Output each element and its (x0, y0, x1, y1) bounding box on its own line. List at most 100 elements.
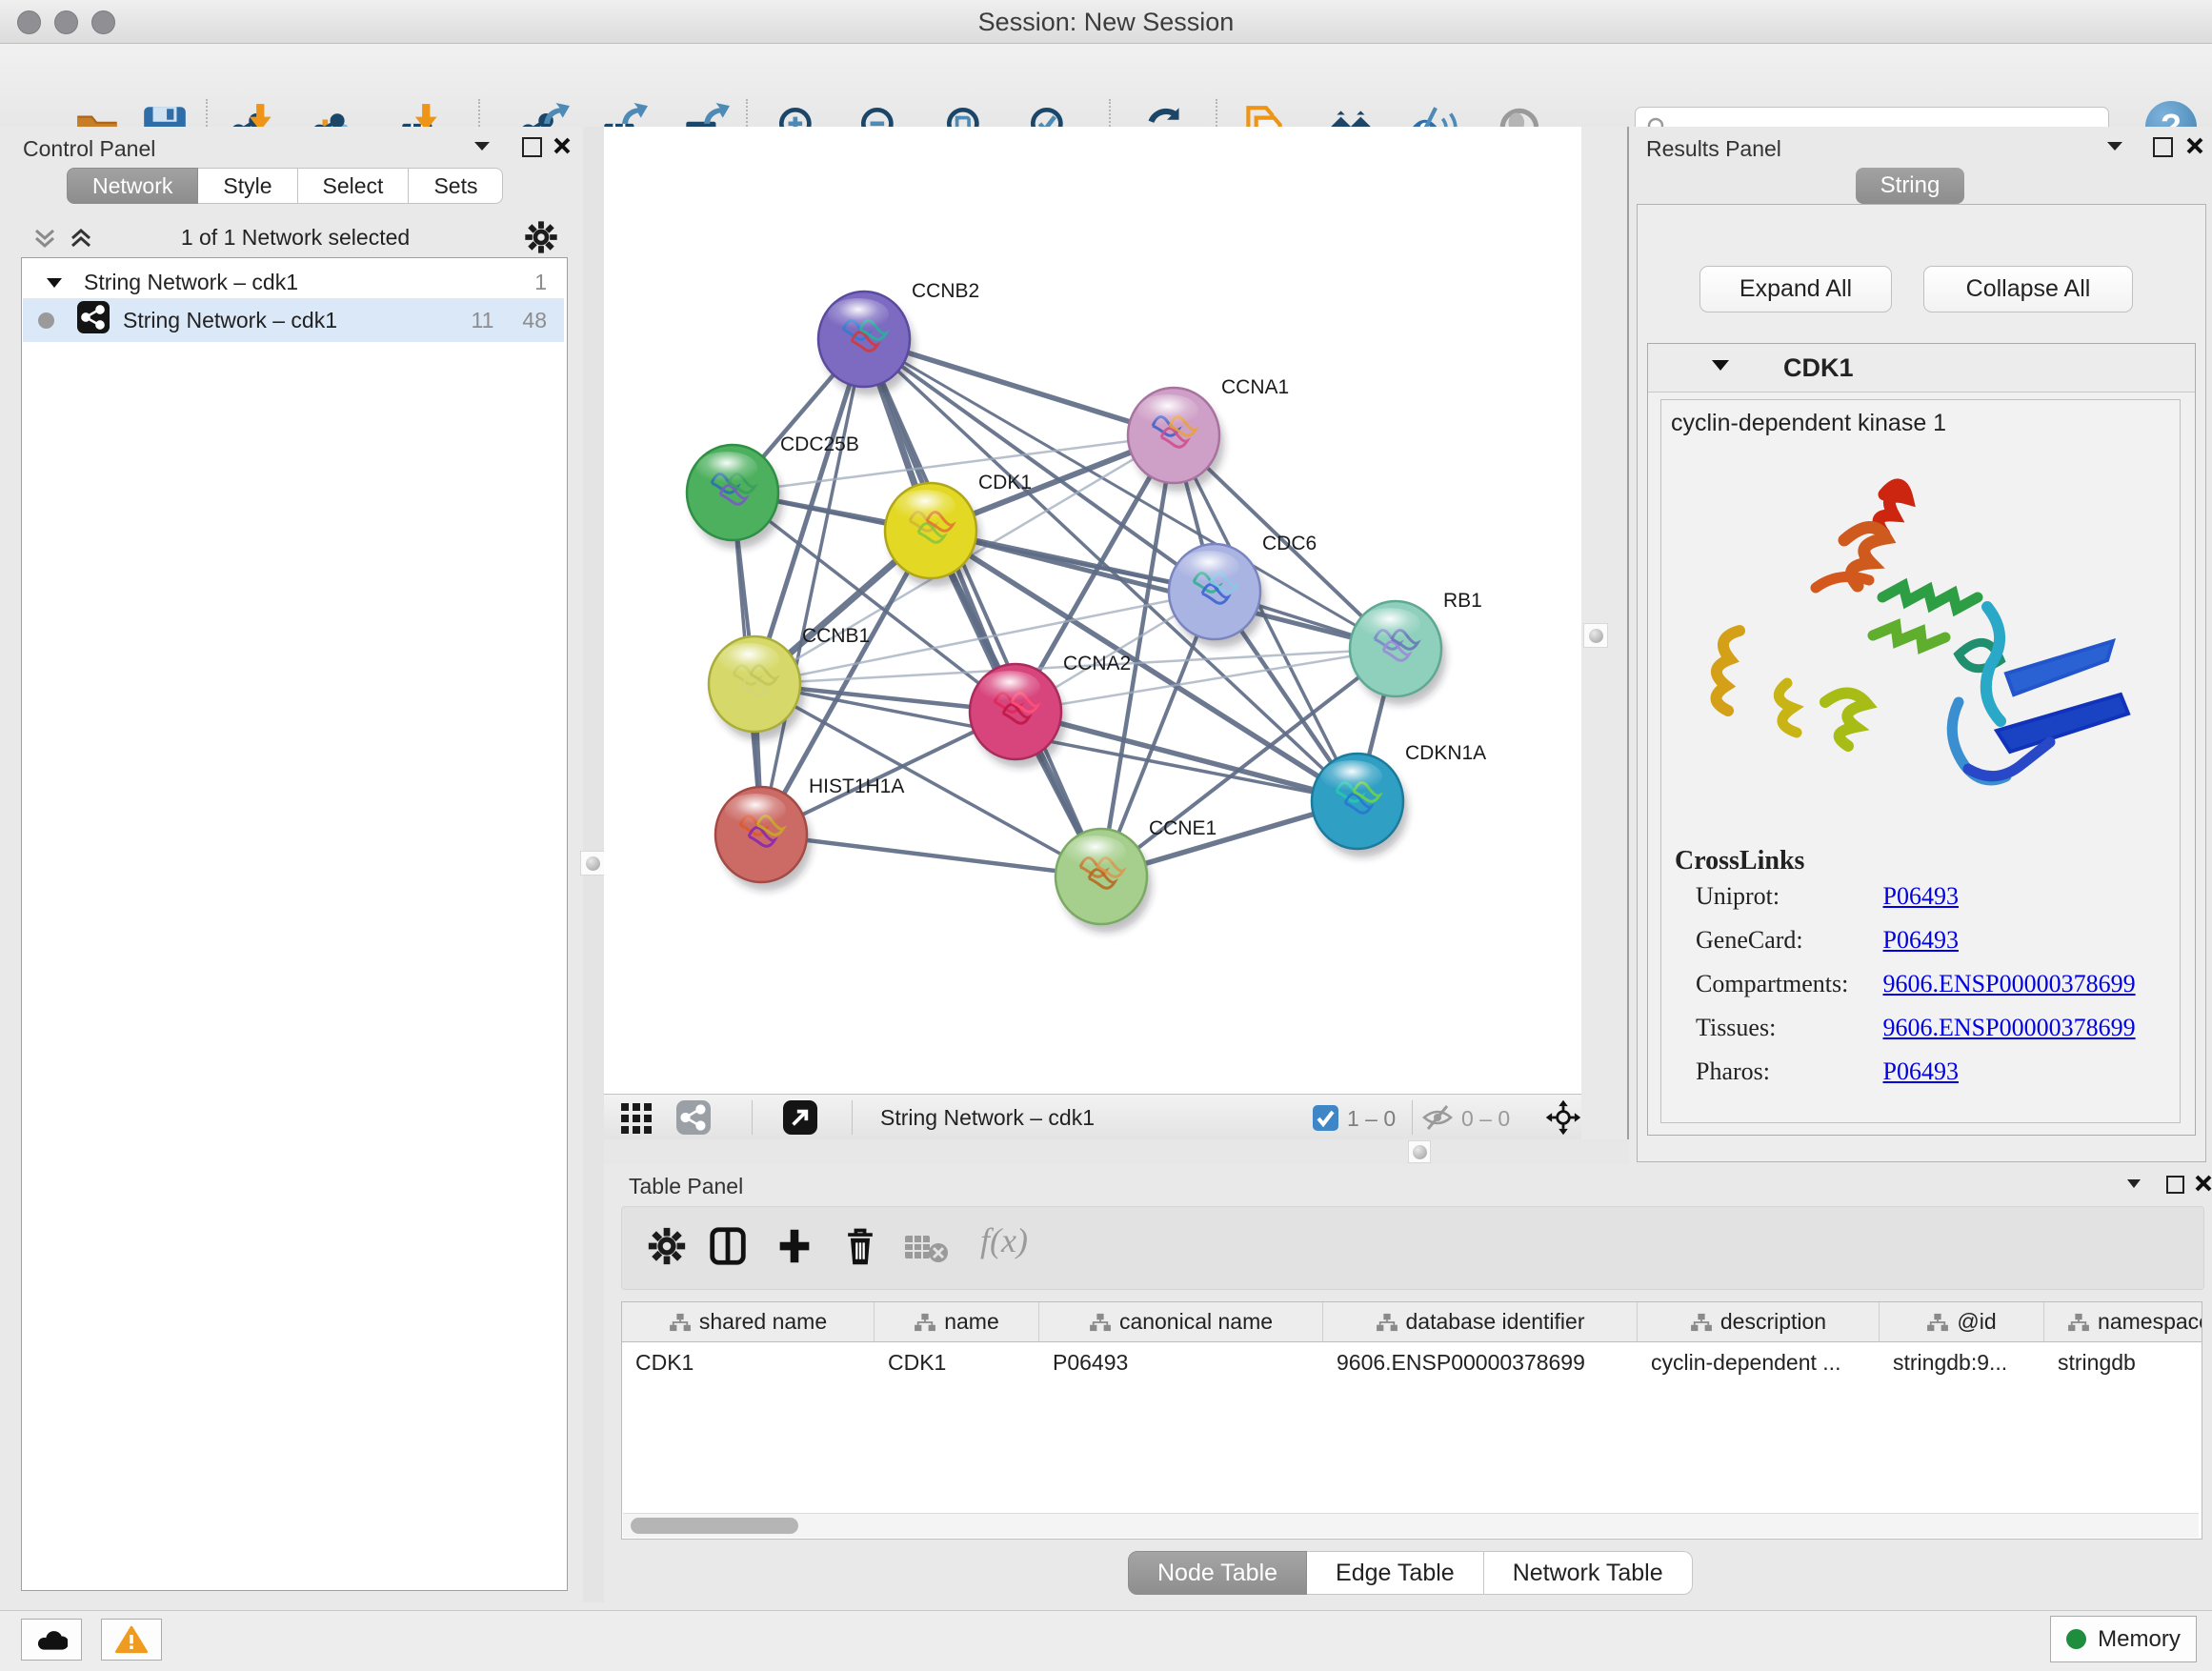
tree-expander-icon[interactable] (46, 270, 63, 295)
tab-network[interactable]: Network (67, 168, 198, 204)
control-panel-float-icon[interactable] (522, 137, 542, 157)
function-builder-icon[interactable]: f(x) (980, 1220, 1028, 1260)
tab-style[interactable]: Style (198, 168, 297, 204)
crosslink-link[interactable]: P06493 (1883, 926, 1959, 954)
table-settings-gear-icon[interactable] (645, 1224, 689, 1273)
crosslink-link[interactable]: P06493 (1883, 882, 1959, 910)
node-CCNE1[interactable]: CCNE1 (1056, 817, 1217, 933)
crosslink-link[interactable]: P06493 (1883, 1057, 1959, 1085)
node-CCNB2[interactable]: CCNB2 (818, 280, 979, 395)
table-cell[interactable]: P06493 (1039, 1342, 1323, 1382)
results-panel-float-icon[interactable] (2153, 137, 2173, 157)
fit-crosshair-icon[interactable] (1545, 1099, 1581, 1140)
network-collection-row[interactable]: String Network – cdk1 1 (23, 266, 564, 298)
table-cell[interactable]: stringdb:9... (1880, 1342, 2044, 1382)
crosslink-link[interactable]: 9606.ENSP00000378699 (1883, 970, 2136, 997)
memory-status-dot (2066, 1629, 2086, 1649)
tab-node-table[interactable]: Node Table (1128, 1551, 1307, 1595)
expand-tree-icon[interactable] (69, 226, 93, 255)
node-CCNA2[interactable]: CCNA2 (970, 653, 1131, 768)
table-hscroll-thumb[interactable] (631, 1518, 798, 1534)
column-header-canonical-name[interactable]: canonical name (1039, 1302, 1323, 1342)
table-cell[interactable]: stringdb (2044, 1342, 2202, 1382)
node-label-CCNA1: CCNA1 (1221, 376, 1289, 398)
divider (752, 1100, 753, 1135)
left-splitter-handle[interactable] (580, 851, 605, 876)
node-label-CCNA2: CCNA2 (1063, 653, 1131, 674)
node-count: 11 (472, 308, 494, 333)
node-CCNA1[interactable]: CCNA1 (1128, 376, 1289, 492)
tab-sets[interactable]: Sets (409, 168, 503, 204)
network-view-title: String Network – cdk1 (880, 1105, 1095, 1131)
network-row-selected[interactable]: String Network – cdk1 11 48 (23, 298, 564, 342)
edge-CDK1-RB1 (931, 531, 1396, 649)
table-cell[interactable]: CDK1 (622, 1342, 875, 1382)
cdk1-entry-header[interactable]: CDK1 (1648, 344, 2195, 393)
node-label-CCNE1: CCNE1 (1149, 817, 1217, 839)
collection-name: String Network – cdk1 (84, 270, 298, 295)
crosslink-row: Compartments: 9606.ENSP00000378699 (1696, 970, 2136, 998)
tab-string[interactable]: String (1856, 168, 1964, 204)
window-title: Session: New Session (0, 8, 2212, 37)
table-panel-close-icon[interactable] (2195, 1175, 2212, 1197)
table-cell[interactable]: cyclin-dependent ... (1638, 1342, 1880, 1382)
cdk1-entry-content: cyclin-dependent kinase 1 (1660, 399, 2181, 1123)
crosslink-row: GeneCard: P06493 (1696, 926, 1959, 955)
column-header-shared-name[interactable]: shared name (622, 1302, 875, 1342)
node-RB1[interactable]: RB1 (1350, 590, 1482, 705)
tab-select[interactable]: Select (298, 168, 410, 204)
control-panel-tabs: NetworkStyleSelectSets (67, 168, 503, 204)
cloud-icon (35, 1627, 68, 1652)
show-columns-icon[interactable] (706, 1224, 750, 1273)
memory-button[interactable]: Memory (2050, 1616, 2197, 1662)
column-header-description[interactable]: description (1638, 1302, 1880, 1342)
clear-table-icon[interactable] (904, 1232, 948, 1269)
add-column-icon[interactable] (773, 1224, 816, 1273)
control-panel-close-icon[interactable] (553, 136, 572, 160)
share-network-icon[interactable] (676, 1100, 711, 1139)
selected-checkbox-icon[interactable] (1313, 1105, 1338, 1136)
node-label-RB1: RB1 (1443, 590, 1482, 612)
table-cell[interactable]: CDK1 (875, 1342, 1039, 1382)
table-cell[interactable]: 9606.ENSP00000378699 (1323, 1342, 1638, 1382)
horizontal-splitter-handle[interactable] (1408, 1140, 1431, 1163)
selected-count: 1 – 0 (1347, 1106, 1396, 1132)
results-panel-menu-icon[interactable] (2105, 138, 2124, 158)
network-options-gear-icon[interactable] (522, 218, 560, 261)
tab-edge-table[interactable]: Edge Table (1307, 1551, 1484, 1595)
network-graph: CCNB2 CCNA1 CDC25B CDK1 CDC6 RB1 CCNB1 (604, 127, 1581, 1094)
column-header-namespace[interactable]: namespace (2044, 1302, 2202, 1342)
warnings-button[interactable] (101, 1619, 162, 1661)
node-HIST1H1A[interactable]: HIST1H1A (715, 775, 904, 891)
network-selection-status: 1 of 1 Network selected (114, 225, 476, 251)
delete-column-icon[interactable] (839, 1224, 881, 1273)
warning-icon (115, 1625, 148, 1654)
collapse-all-button[interactable]: Collapse All (1923, 266, 2133, 312)
node-CDKN1A[interactable]: CDKN1A (1312, 742, 1486, 857)
collapse-tree-icon[interactable] (32, 226, 57, 255)
right-splitter-handle[interactable] (1583, 623, 1608, 648)
tab-network-table[interactable]: Network Table (1484, 1551, 1693, 1595)
string-network-icon (77, 301, 110, 339)
crosslink-link[interactable]: 9606.ENSP00000378699 (1883, 1014, 2136, 1041)
node-CDK1[interactable]: CDK1 (885, 472, 1032, 587)
control-panel-menu-icon[interactable] (473, 138, 492, 158)
column-header-name[interactable]: name (875, 1302, 1039, 1342)
entry-expander-icon[interactable] (1711, 358, 1730, 377)
column-header-database-identifier[interactable]: database identifier (1323, 1302, 1638, 1342)
node-label-CDK1: CDK1 (978, 472, 1032, 493)
edge-count: 48 (522, 308, 547, 333)
open-in-browser-icon[interactable] (783, 1100, 817, 1139)
memory-label: Memory (2098, 1626, 2181, 1653)
table-hscrollbar[interactable] (623, 1513, 2199, 1538)
birdseye-grid-icon[interactable] (620, 1102, 653, 1139)
network-canvas[interactable]: CCNB2 CCNA1 CDC25B CDK1 CDC6 RB1 CCNB1 (604, 127, 1581, 1094)
expand-all-button[interactable]: Expand All (1699, 266, 1892, 312)
cdk1-entry: CDK1 cyclin-dependent kinase 1 (1647, 343, 2196, 1136)
table-panel-menu-icon[interactable] (2126, 1178, 2142, 1195)
hidden-eye-icon (1421, 1104, 1454, 1136)
column-header-@id[interactable]: @id (1880, 1302, 2044, 1342)
automation-cloud-button[interactable] (21, 1619, 82, 1661)
results-panel-close-icon[interactable] (2185, 136, 2204, 160)
table-panel-float-icon[interactable] (2166, 1176, 2184, 1194)
